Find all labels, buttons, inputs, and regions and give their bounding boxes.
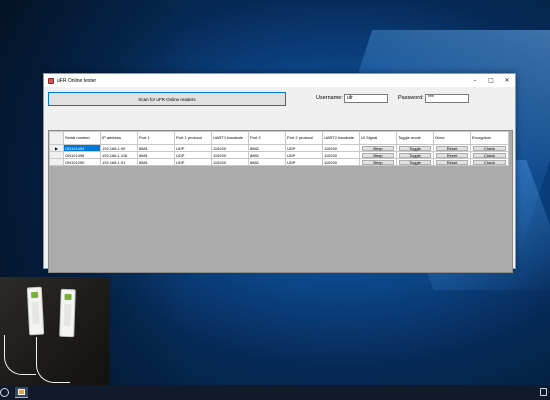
ozne-cell: Reset — [433, 151, 471, 159]
row-header-corner — [49, 131, 64, 145]
port1-cell[interactable]: 8881 — [137, 151, 175, 159]
column-header[interactable]: Port 2 — [248, 131, 286, 145]
port2-cell[interactable]: 8882 — [248, 144, 286, 152]
uart2-cell[interactable]: 115200 — [322, 158, 360, 166]
reset-button[interactable]: Reset — [436, 145, 468, 151]
ozne-cell: Reset — [433, 144, 471, 152]
current-row-caret-icon: ▶ — [54, 145, 59, 151]
minimize-button[interactable]: – — [467, 74, 483, 87]
row-selector[interactable] — [49, 158, 64, 166]
uart1-cell[interactable]: 115200 — [211, 144, 249, 152]
app-window: uFR Online tester – □ ✕ Scan for uFR Onl… — [43, 73, 516, 273]
column-header[interactable]: IP address — [100, 131, 138, 145]
readers-grid: Serial number IP address Port 1 Port 1 p… — [48, 130, 513, 273]
window-content: Scan for uFR Online readers Username: uf… — [44, 87, 515, 273]
column-header[interactable]: UART1 baudrate — [211, 131, 249, 145]
column-header[interactable]: Port 1 protocol — [174, 131, 212, 145]
search-icon[interactable] — [0, 388, 9, 397]
reader-body — [63, 303, 72, 327]
beep-button[interactable]: Beep — [362, 152, 394, 158]
column-header[interactable]: Ozne — [433, 131, 471, 145]
uart2-cell[interactable]: 115200 — [322, 151, 360, 159]
port1-protocol-cell[interactable]: UDP — [174, 151, 212, 159]
reader-device-left — [26, 286, 45, 336]
close-button[interactable]: ✕ — [499, 74, 515, 87]
table-row[interactable]: ON101498 192.168.1.116 8881 UDP 115200 8… — [49, 151, 509, 159]
beep-button[interactable]: Beep — [362, 145, 394, 151]
ui-signal-cell: Beep — [359, 144, 397, 152]
usb-cable-left — [4, 335, 36, 375]
toggle-button[interactable]: Toggle — [399, 159, 431, 165]
taskbar-app-icon — [18, 389, 25, 395]
column-header[interactable]: UI Signal — [359, 131, 397, 145]
reader-body — [31, 301, 40, 325]
port2-protocol-cell[interactable]: UDP — [285, 144, 323, 152]
port2-protocol-cell[interactable]: UDP — [285, 151, 323, 159]
column-header[interactable]: UART2 baudrate — [322, 131, 360, 145]
encryption-cell: Check — [470, 144, 509, 152]
ui-signal-cell: Beep — [359, 151, 397, 159]
port1-protocol-cell[interactable]: UDP — [174, 158, 212, 166]
check-button[interactable]: Check — [473, 145, 506, 151]
row-selector[interactable]: ▶ — [49, 144, 64, 152]
username-label: Username: — [316, 95, 343, 101]
port2-cell[interactable]: 8882 — [248, 151, 286, 159]
usb-cable-right — [36, 337, 70, 383]
ozne-cell: Reset — [433, 158, 471, 166]
encryption-cell: Check — [470, 151, 509, 159]
toggle-mode-cell: Toggle — [396, 144, 434, 152]
reset-button[interactable]: Reset — [436, 152, 468, 158]
scan-button[interactable]: Scan for uFR Online readers — [48, 92, 286, 106]
maximize-button[interactable]: □ — [483, 74, 499, 87]
notification-icon[interactable] — [540, 388, 547, 396]
column-header[interactable]: Toggle mode — [396, 131, 434, 145]
serial-cell[interactable]: ON101498 — [63, 151, 101, 159]
webcam-overlay — [0, 277, 110, 385]
table-row[interactable]: ON101290 192.168.1.91 8881 UDP 115200 88… — [49, 158, 509, 166]
username-field[interactable]: ufr — [344, 94, 388, 103]
taskbar — [0, 385, 550, 400]
toggle-button[interactable]: Toggle — [399, 145, 431, 151]
column-header[interactable]: Serial number — [63, 131, 101, 145]
ui-signal-cell: Beep — [359, 158, 397, 166]
beep-button[interactable]: Beep — [362, 159, 394, 165]
serial-cell[interactable]: ON101290 — [63, 158, 101, 166]
ip-cell[interactable]: 192.168.1.91 — [100, 158, 138, 166]
serial-cell[interactable]: ON101494 — [63, 144, 101, 152]
port2-cell[interactable]: 8882 — [248, 158, 286, 166]
encryption-cell: Check — [470, 158, 509, 166]
check-button[interactable]: Check — [473, 159, 506, 165]
reader-led-icon — [31, 291, 39, 299]
port1-protocol-cell[interactable]: UDP — [174, 144, 212, 152]
column-header[interactable]: Port 2 protocol — [285, 131, 323, 145]
ip-cell[interactable]: 192.168.1.90 — [100, 144, 138, 152]
reset-button[interactable]: Reset — [436, 159, 468, 165]
row-selector[interactable] — [49, 151, 64, 159]
toggle-mode-cell: Toggle — [396, 151, 434, 159]
check-button[interactable]: Check — [473, 152, 506, 158]
password-label: Password: — [398, 95, 424, 101]
reader-led-icon — [64, 293, 72, 301]
port1-cell[interactable]: 8881 — [137, 144, 175, 152]
app-icon — [48, 77, 54, 84]
reader-device-right — [59, 288, 76, 338]
title-bar[interactable]: uFR Online tester – □ ✕ — [44, 74, 515, 87]
header-row: Serial number IP address Port 1 Port 1 p… — [49, 131, 509, 145]
toggle-button[interactable]: Toggle — [399, 152, 431, 158]
table-row[interactable]: ▶ ON101494 192.168.1.90 8881 UDP 115200 … — [49, 144, 509, 152]
ip-cell[interactable]: 192.168.1.116 — [100, 151, 138, 159]
readers-table: Serial number IP address Port 1 Port 1 p… — [49, 131, 509, 166]
uart1-cell[interactable]: 115200 — [211, 158, 249, 166]
window-title: uFR Online tester — [57, 77, 97, 84]
uart1-cell[interactable]: 115200 — [211, 151, 249, 159]
taskbar-app-button[interactable] — [15, 387, 28, 398]
column-header[interactable]: Encryption — [470, 131, 509, 145]
toggle-mode-cell: Toggle — [396, 158, 434, 166]
password-field[interactable]: *** — [425, 94, 469, 103]
column-header[interactable]: Port 1 — [137, 131, 175, 145]
port1-cell[interactable]: 8881 — [137, 158, 175, 166]
port2-protocol-cell[interactable]: UDP — [285, 158, 323, 166]
